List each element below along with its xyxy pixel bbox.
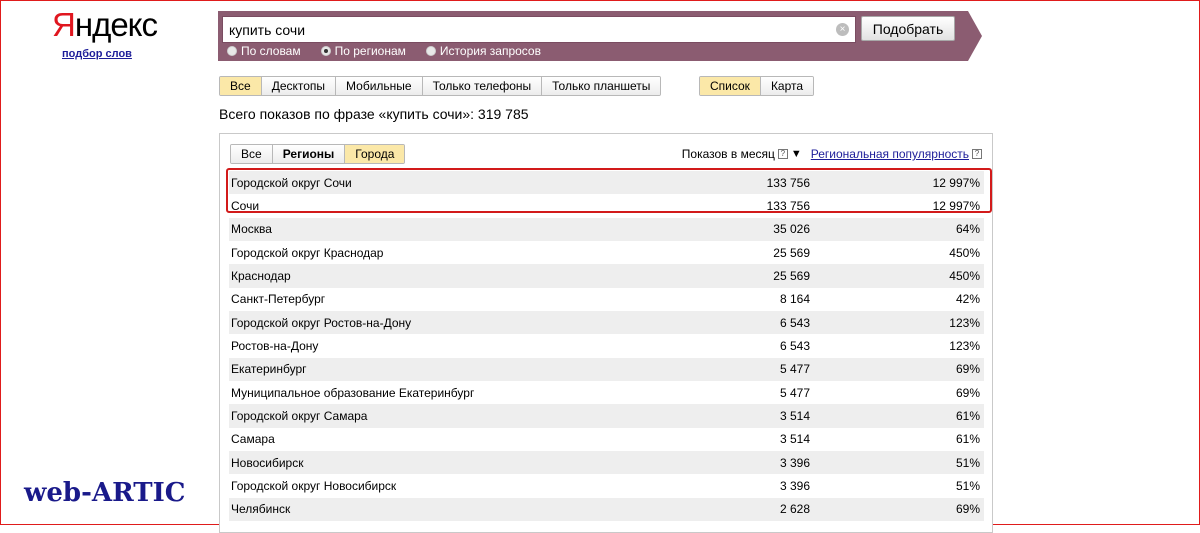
popularity-value: 69% — [955, 362, 980, 377]
popularity-value: 69% — [955, 502, 980, 517]
popularity-value: 64% — [955, 222, 980, 237]
device-all-tab[interactable]: Все — [220, 77, 262, 95]
region-name: Самара — [231, 432, 275, 447]
popularity-column-header[interactable]: Региональная популярность — [811, 147, 969, 161]
popularity-value: 42% — [955, 292, 980, 307]
results-table: Городской округ Сочи 133 756 12 997% Сочи 13… — [229, 171, 984, 521]
table-row: Городской округ Ростов-на-Дону 6 543 123% — [229, 310, 984, 335]
table-row: Екатеринбург 5 477 69% — [229, 357, 984, 381]
popularity-value: 450% — [949, 245, 980, 260]
device-phones-tab[interactable]: Только телефоны — [422, 77, 543, 95]
mode-label: История запросов — [439, 44, 541, 58]
table-row: Краснодар 25 569 450% — [229, 264, 984, 288]
shows-count: 25 569 — [773, 245, 810, 260]
results-panel: Все Регионы Города Показов в месяц ? ▼ Р… — [219, 133, 993, 533]
popularity-value: 51% — [955, 455, 980, 470]
geo-all-tab[interactable]: Все — [231, 145, 273, 163]
region-name: Челябинск — [231, 502, 291, 517]
radio-icon[interactable] — [425, 46, 436, 56]
geo-regions-tab[interactable]: Регионы — [272, 145, 346, 163]
shows-count: 133 756 — [766, 175, 810, 190]
region-name: Краснодар — [231, 268, 291, 283]
popularity-value: 51% — [955, 478, 980, 493]
shows-count: 3 514 — [779, 432, 810, 447]
help-icon[interactable]: ? — [972, 149, 982, 159]
region-name: Новосибирск — [231, 455, 304, 470]
region-name: Муниципальное образование Екатеринбург — [231, 385, 475, 400]
table-row: Челябинск 2 628 69% — [229, 497, 984, 521]
region-name: Санкт-Петербург — [231, 292, 326, 307]
shows-count: 5 477 — [779, 385, 810, 400]
geo-filter: Все Регионы Города — [230, 144, 406, 164]
region-name: Городской округ Краснодар — [231, 245, 384, 260]
table-row: Санкт-Петербург 8 164 42% — [229, 288, 984, 311]
table-row: Новосибирск 3 396 51% — [229, 450, 984, 475]
region-name: Городской округ Самара — [231, 408, 368, 423]
table-row: Муниципальное образование Екатеринбург 5 … — [229, 381, 984, 404]
mode-by-words[interactable]: По словам — [227, 44, 301, 58]
table-row: Самара 3 514 61% — [229, 428, 984, 451]
table-header: Показов в месяц ? ▼ Региональная популяр… — [682, 147, 982, 161]
region-name: Городской округ Сочи — [231, 175, 352, 190]
find-button[interactable]: Подобрать — [861, 16, 955, 41]
region-name: Сочи — [231, 198, 260, 213]
shows-count: 3 514 — [779, 408, 810, 423]
region-name: Городской округ Новосибирск — [231, 478, 397, 493]
view-list-tab[interactable]: Список — [700, 77, 761, 95]
clear-icon[interactable]: × — [836, 23, 849, 36]
shows-column-header[interactable]: Показов в месяц — [682, 147, 775, 161]
view-map-tab[interactable]: Карта — [760, 77, 814, 95]
table-row: Городской округ Краснодар 25 569 450% — [229, 241, 984, 264]
popularity-value: 69% — [955, 385, 980, 400]
device-tablets-tab[interactable]: Только планшеты — [542, 77, 661, 95]
popularity-value: 123% — [949, 338, 980, 353]
popularity-value: 12 997% — [932, 175, 980, 190]
radio-selected-icon[interactable] — [320, 46, 331, 56]
mode-label: По регионам — [334, 44, 406, 58]
popularity-value: 450% — [949, 268, 980, 283]
popularity-value: 61% — [955, 432, 980, 447]
table-row: Ростов-на-Дону 6 543 123% — [229, 334, 984, 357]
radio-icon[interactable] — [227, 46, 237, 56]
region-name: Городской округ Ростов-на-Дону — [231, 315, 412, 330]
shows-count: 6 543 — [779, 338, 810, 353]
region-name: Ростов-на-Дону — [231, 338, 319, 353]
watermark: web-ARTIC — [24, 478, 186, 508]
table-row: Москва 35 026 64% — [229, 217, 984, 241]
table-row: Городской округ Новосибирск 3 396 51% — [229, 474, 984, 497]
region-name: Москва — [231, 222, 272, 237]
table-row: Городской округ Самара 3 514 61% — [229, 404, 984, 428]
mode-label: По словам — [241, 44, 301, 58]
device-filter: Все Десктопы Мобильные Только телефоны Т… — [219, 76, 662, 96]
search-box: × — [222, 16, 856, 43]
mode-by-regions[interactable]: По регионам — [320, 44, 406, 58]
shows-count: 5 477 — [779, 362, 810, 377]
shows-count: 35 026 — [773, 222, 810, 237]
popularity-value: 61% — [955, 408, 980, 423]
help-icon[interactable]: ? — [777, 149, 788, 159]
popularity-value: 123% — [949, 315, 980, 330]
total-shows: Всего показов по фразе «купить сочи»: 31… — [219, 106, 529, 122]
table-row: Сочи 133 756 12 997% — [229, 194, 984, 217]
shows-count: 8 164 — [779, 292, 810, 307]
view-toggle: Список Карта — [699, 76, 815, 96]
table-row: Городской округ Сочи 133 756 12 997% — [229, 171, 984, 195]
wordstat-link[interactable]: подбор слов — [62, 48, 132, 60]
geo-cities-tab[interactable]: Города — [345, 145, 405, 163]
mode-history[interactable]: История запросов — [425, 44, 541, 58]
sort-desc-icon[interactable]: ▼ — [791, 148, 802, 160]
device-mobile-tab[interactable]: Мобильные — [336, 77, 423, 95]
shows-count: 3 396 — [779, 478, 810, 493]
search-input[interactable] — [223, 17, 823, 42]
device-desktop-tab[interactable]: Десктопы — [261, 77, 337, 95]
popularity-value: 12 997% — [932, 198, 980, 213]
yandex-logo[interactable]: Яндекс — [52, 6, 158, 44]
shows-count: 3 396 — [779, 455, 810, 470]
shows-count: 25 569 — [773, 268, 810, 283]
search-modes: По словам По регионам История запросов — [227, 44, 541, 58]
region-name: Екатеринбург — [231, 362, 307, 377]
shows-count: 2 628 — [779, 502, 810, 517]
shows-count: 6 543 — [779, 315, 810, 330]
shows-count: 133 756 — [766, 198, 810, 213]
